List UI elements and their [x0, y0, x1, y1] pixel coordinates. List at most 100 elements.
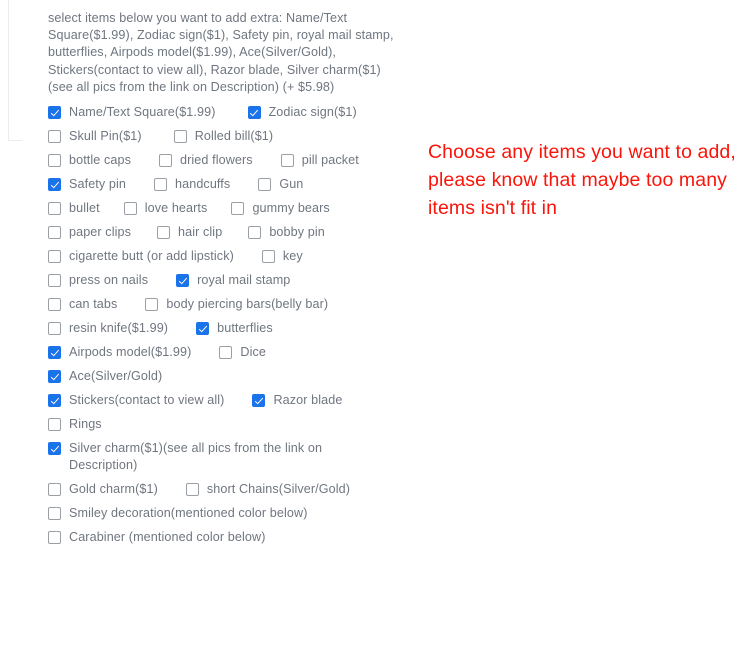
checkbox-option-label: Dice	[240, 345, 266, 360]
checkbox-option-label: press on nails	[69, 273, 149, 288]
checkbox-checked-icon[interactable]	[48, 442, 61, 456]
checkbox-option[interactable]: Stickers(contact to view all)	[48, 392, 224, 409]
checkbox-option-label: butterflies	[217, 321, 273, 336]
checkbox-option[interactable]: Dice	[219, 344, 266, 361]
checkbox-option[interactable]: Rings	[48, 416, 102, 433]
checkbox-option-label: dried flowers	[180, 153, 253, 168]
checkbox-unchecked-icon[interactable]	[48, 202, 61, 216]
checkbox-option[interactable]: Zodiac sign($1)	[247, 104, 357, 121]
checkbox-unchecked-icon[interactable]	[280, 154, 294, 168]
checkbox-option-label: Skull Pin($1)	[69, 129, 142, 144]
checkbox-option-label: Name/Text Square($1.99)	[69, 105, 216, 120]
option-row: resin knife($1.99) butterflies	[48, 320, 408, 337]
checkbox-option[interactable]: Safety pin	[48, 176, 126, 193]
checkbox-unchecked-icon[interactable]	[48, 274, 61, 288]
checkbox-option-label: Rings	[69, 417, 102, 432]
checkbox-option-label: Safety pin	[69, 177, 127, 192]
option-row: Rings	[48, 416, 408, 433]
checkbox-option[interactable]: handcuffs	[154, 176, 230, 193]
checkbox-option[interactable]: hair clip	[157, 224, 222, 241]
checkbox-option[interactable]: dried flowers	[159, 152, 253, 169]
checkbox-unchecked-icon[interactable]	[261, 250, 275, 264]
checkbox-unchecked-icon[interactable]	[48, 418, 61, 432]
checkbox-unchecked-icon[interactable]	[48, 483, 61, 497]
extras-options-section: select items below you want to add extra…	[48, 10, 408, 553]
checkbox-unchecked-icon[interactable]	[48, 507, 61, 521]
checkbox-unchecked-icon[interactable]	[48, 154, 61, 168]
checkbox-option[interactable]: paper clips	[48, 224, 131, 241]
checkbox-option-label: key	[282, 249, 303, 264]
checkbox-option[interactable]: Smiley decoration(mentioned color below)	[48, 505, 308, 522]
checkbox-option[interactable]: bullet	[48, 200, 100, 217]
checkbox-option[interactable]: Razor blade	[252, 392, 342, 409]
checkbox-checked-icon[interactable]	[247, 106, 261, 120]
checkbox-unchecked-icon[interactable]	[248, 226, 262, 240]
checkbox-option[interactable]: royal mail stamp	[176, 272, 290, 289]
checkbox-option[interactable]: bobby pin	[248, 224, 325, 241]
checkbox-option[interactable]: pill packet	[280, 152, 359, 169]
checkbox-option[interactable]: butterflies	[196, 320, 273, 337]
red-annotation-note: Choose any items you want to add, please…	[428, 141, 736, 219]
checkbox-option[interactable]: Ace(Silver/Gold)	[48, 368, 162, 385]
checkbox-option[interactable]: resin knife($1.99)	[48, 320, 168, 337]
checkbox-option[interactable]: Carabiner (mentioned color below)	[48, 529, 266, 546]
checkbox-option[interactable]: Airpods model($1.99)	[48, 344, 191, 361]
checkbox-option-label: Gold charm($1)	[69, 482, 158, 497]
checkbox-option[interactable]: bottle caps	[48, 152, 131, 169]
checkbox-option[interactable]: short Chains(Silver/Gold)	[185, 481, 351, 498]
checkbox-option-label: Carabiner (mentioned color below)	[69, 530, 266, 545]
checkbox-checked-icon[interactable]	[48, 370, 61, 384]
checkbox-unchecked-icon[interactable]	[159, 154, 173, 168]
checkbox-option-label: short Chains(Silver/Gold)	[206, 482, 351, 497]
checkbox-unchecked-icon[interactable]	[123, 202, 137, 216]
checkbox-unchecked-icon[interactable]	[157, 226, 171, 240]
checkbox-option-label: bottle caps	[69, 153, 132, 168]
checkbox-option[interactable]: Gun	[258, 176, 303, 193]
checkbox-option[interactable]: can tabs	[48, 296, 117, 313]
checkbox-unchecked-icon[interactable]	[48, 130, 61, 144]
option-row: can tabs body piercing bars(belly bar)	[48, 296, 408, 313]
checkbox-option[interactable]: press on nails	[48, 272, 148, 289]
checkbox-option-label: bullet	[69, 201, 100, 216]
checkbox-option-label: can tabs	[69, 297, 118, 312]
checkbox-unchecked-icon[interactable]	[231, 202, 245, 216]
checkbox-option-label: love hearts	[144, 201, 208, 216]
checkbox-option[interactable]: body piercing bars(belly bar)	[145, 296, 328, 313]
checkbox-option-list: Name/Text Square($1.99) Zodiac sign($1) Sk…	[48, 104, 408, 546]
checkbox-option[interactable]: Silver charm($1)(see all pics from the l…	[48, 440, 322, 474]
checkbox-checked-icon[interactable]	[252, 394, 266, 408]
checkbox-checked-icon[interactable]	[176, 274, 190, 288]
checkbox-unchecked-icon[interactable]	[48, 298, 61, 312]
checkbox-unchecked-icon[interactable]	[154, 178, 168, 192]
checkbox-checked-icon[interactable]	[48, 178, 61, 192]
checkbox-checked-icon[interactable]	[48, 346, 61, 360]
checkbox-unchecked-icon[interactable]	[48, 226, 61, 240]
checkbox-option[interactable]: Gold charm($1)	[48, 481, 158, 498]
checkbox-option[interactable]: Skull Pin($1)	[48, 128, 142, 145]
checkbox-unchecked-icon[interactable]	[48, 250, 61, 264]
checkbox-option[interactable]: key	[261, 248, 303, 265]
checkbox-unchecked-icon[interactable]	[185, 483, 199, 497]
checkbox-unchecked-icon[interactable]	[173, 130, 187, 144]
checkbox-option[interactable]: Name/Text Square($1.99)	[48, 104, 216, 121]
checkbox-option[interactable]: cigarette butt (or add lipstick)	[48, 248, 234, 265]
checkbox-option[interactable]: gummy bears	[231, 200, 330, 217]
checkbox-option-label: Rolled bill($1)	[194, 129, 274, 144]
checkbox-option[interactable]: love hearts	[123, 200, 208, 217]
checkbox-option-label: Silver charm($1)(see all pics from the l…	[69, 441, 323, 473]
checkbox-unchecked-icon[interactable]	[145, 298, 159, 312]
checkbox-unchecked-icon[interactable]	[258, 178, 272, 192]
extras-instructions: select items below you want to add extra…	[48, 11, 394, 94]
checkbox-checked-icon[interactable]	[196, 322, 210, 336]
checkbox-checked-icon[interactable]	[48, 106, 61, 120]
option-row: Smiley decoration(mentioned color below)	[48, 505, 408, 522]
checkbox-option[interactable]: Rolled bill($1)	[173, 128, 274, 145]
checkbox-unchecked-icon[interactable]	[48, 531, 61, 545]
checkbox-unchecked-icon[interactable]	[219, 346, 233, 360]
checkbox-checked-icon[interactable]	[48, 394, 61, 408]
checkbox-unchecked-icon[interactable]	[48, 322, 61, 336]
checkbox-option-label: Smiley decoration(mentioned color below)	[69, 506, 308, 521]
checkbox-option-label: hair clip	[178, 225, 223, 240]
checkbox-option-label: bobby pin	[269, 225, 325, 240]
panel-left-edge	[8, 0, 9, 141]
